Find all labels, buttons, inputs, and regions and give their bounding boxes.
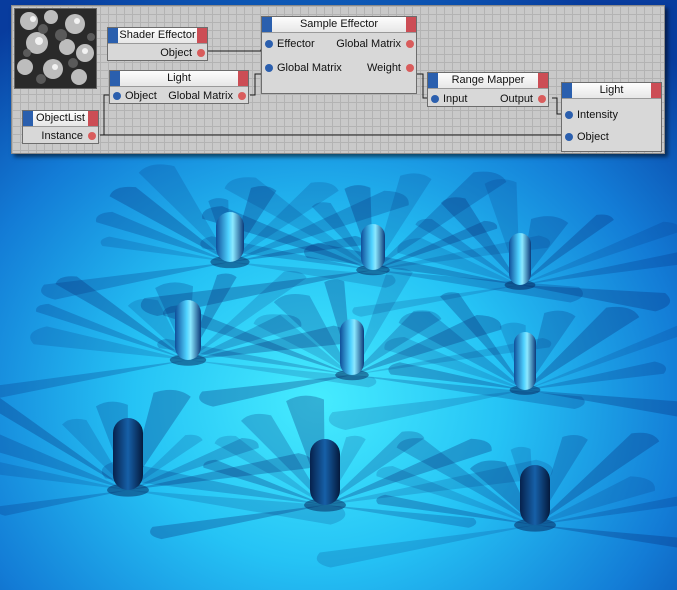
node-menu-tab[interactable] — [562, 83, 572, 98]
node-output-tab[interactable] — [538, 73, 548, 88]
input-port-dot[interactable] — [565, 111, 573, 119]
xpresso-editor-panel[interactable]: Shader Effector Object Light Object Glob… — [11, 5, 665, 154]
node-title: Shader Effector — [119, 29, 196, 41]
node-header[interactable]: Light — [110, 71, 248, 87]
node-header[interactable]: Shader Effector — [108, 28, 207, 44]
node-output-tab[interactable] — [197, 28, 207, 43]
node-title: Light — [167, 72, 191, 84]
objectlist-node[interactable]: ObjectList Instance — [22, 110, 99, 144]
node-header[interactable]: Sample Effector — [262, 17, 416, 33]
input-port-dot[interactable] — [431, 95, 439, 103]
shader-effector-node[interactable]: Shader Effector Object — [107, 27, 208, 61]
input-port-dot[interactable] — [565, 133, 573, 141]
node-menu-tab[interactable] — [428, 73, 438, 88]
shader-preview-thumbnail[interactable] — [14, 8, 97, 89]
pillar-body — [216, 212, 244, 262]
node-title: Light — [599, 84, 624, 96]
node-header[interactable]: Light — [562, 83, 661, 99]
port-effector-in[interactable]: Effector — [262, 36, 315, 52]
node-header[interactable]: ObjectList — [23, 111, 98, 127]
output-port-dot[interactable] — [238, 92, 246, 100]
pillar-body — [509, 233, 531, 285]
node-header[interactable]: Range Mapper — [428, 73, 548, 89]
port-object-in[interactable]: Object — [110, 88, 157, 104]
node-menu-tab[interactable] — [23, 111, 33, 126]
port-intensity-in[interactable]: Intensity — [562, 107, 618, 123]
pillar-body — [340, 319, 364, 375]
node-menu-tab[interactable] — [262, 17, 272, 32]
output-port-dot[interactable] — [406, 40, 414, 48]
port-global-matrix-out[interactable]: Global Matrix — [336, 36, 416, 52]
output-port-dot[interactable] — [538, 95, 546, 103]
input-port-dot[interactable] — [265, 40, 273, 48]
pillar-body — [113, 418, 143, 490]
port-object-out[interactable]: Object — [160, 45, 207, 61]
output-port-dot[interactable] — [406, 64, 414, 72]
pillar-body — [175, 300, 201, 360]
output-port-dot[interactable] — [197, 49, 205, 57]
node-title: Sample Effector — [299, 18, 379, 30]
node-output-tab[interactable] — [651, 83, 661, 98]
node-output-tab[interactable] — [88, 111, 98, 126]
node-output-tab[interactable] — [406, 17, 416, 32]
pillar-body — [520, 465, 550, 525]
node-title: ObjectList — [36, 112, 85, 124]
node-menu-tab[interactable] — [110, 71, 120, 86]
input-port-dot[interactable] — [113, 92, 121, 100]
light-node-b[interactable]: Light Intensity Object — [561, 82, 662, 152]
output-port-dot[interactable] — [88, 132, 96, 140]
port-weight-out[interactable]: Weight — [367, 60, 416, 76]
node-title: Range Mapper — [451, 74, 525, 86]
wire-shader-to-effector — [204, 49, 264, 52]
port-global-matrix-in[interactable]: Global Matrix — [262, 60, 342, 76]
node-menu-tab[interactable] — [108, 28, 118, 43]
port-input-in[interactable]: Input — [428, 91, 467, 107]
node-output-tab[interactable] — [238, 71, 248, 86]
range-mapper-node[interactable]: Range Mapper Input Output — [427, 72, 549, 107]
pillar-body — [361, 224, 385, 270]
pillar-body — [514, 332, 536, 390]
port-object-in[interactable]: Object — [562, 129, 609, 145]
port-instance-out[interactable]: Instance — [41, 128, 98, 144]
input-port-dot[interactable] — [265, 64, 273, 72]
port-output-out[interactable]: Output — [500, 91, 548, 107]
port-global-matrix-out[interactable]: Global Matrix — [168, 88, 248, 104]
light-node-a[interactable]: Light Object Global Matrix — [109, 70, 249, 104]
sample-effector-node[interactable]: Sample Effector Effector Global Matrix G… — [261, 16, 417, 94]
pillar-body — [310, 439, 340, 505]
